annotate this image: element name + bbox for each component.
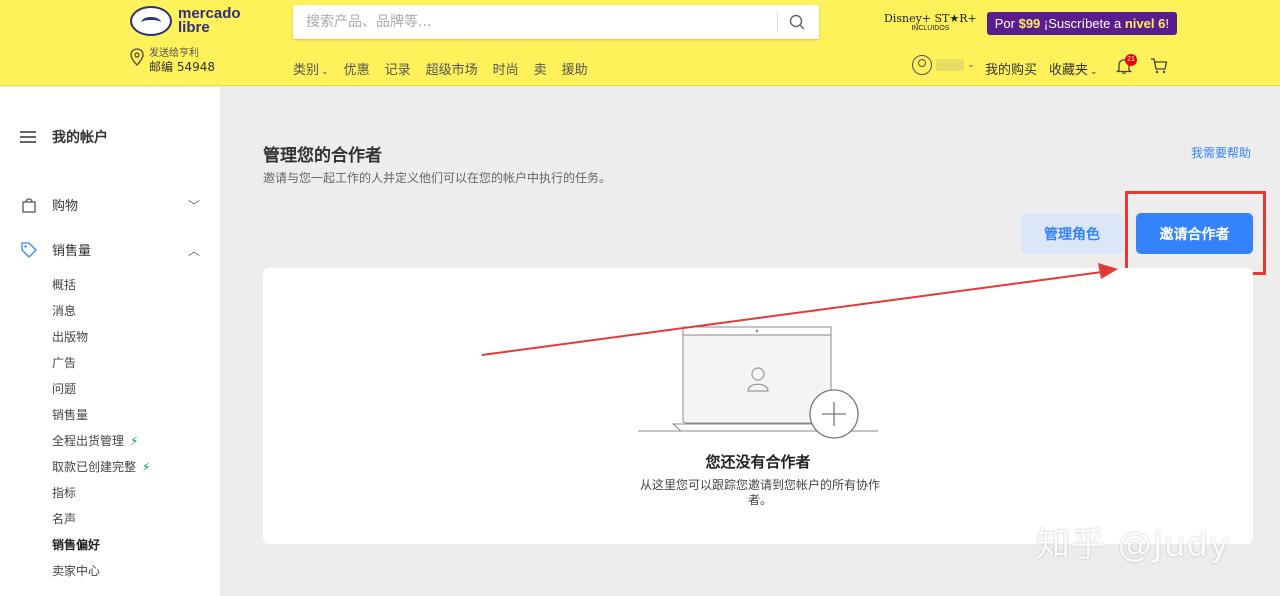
sidebar-item[interactable]: 广告 <box>52 355 150 381</box>
subscription-promo[interactable]: Disney+ ST★R+ INCLUIDOS Por $99 ¡Suscríb… <box>884 12 1177 35</box>
page-title: 管理您的合作者 <box>263 146 382 166</box>
sidebar-item[interactable]: 问题 <box>52 381 150 407</box>
location-pin-icon <box>130 48 144 66</box>
nav-item[interactable]: 时尚 <box>493 59 519 78</box>
nav-item[interactable]: 卖 <box>534 59 547 78</box>
sidebar-item[interactable]: 全程出货管理 ⚡ <box>52 433 150 459</box>
search-icon[interactable] <box>785 12 811 32</box>
nav-item[interactable]: 超级市场 <box>426 59 478 78</box>
promo-badge[interactable]: Por $99 ¡Suscríbete a nivel 6! <box>986 12 1177 35</box>
sidebar-item[interactable]: 取款已创建完整 ⚡ <box>52 459 150 485</box>
hamburger-icon[interactable] <box>20 131 36 143</box>
shopping-bag-icon <box>22 197 36 213</box>
user-menu[interactable]: ⌄ <box>912 55 975 75</box>
sidebar-item[interactable]: 出版物 <box>52 329 150 355</box>
sidebar-item[interactable]: 概括 <box>52 277 150 303</box>
nav-item[interactable]: 优惠 <box>344 59 370 78</box>
sidebar-title: 我的帐户 <box>52 130 108 146</box>
nav-item[interactable]: 类别 ⌄ <box>293 59 329 78</box>
zhihu-watermark: 知乎 @Judy <box>1036 525 1231 565</box>
sidebar-section-label: 销售量 <box>52 244 92 259</box>
search-bar <box>293 5 819 39</box>
blurred-username <box>936 59 964 71</box>
user-avatar-icon <box>912 55 932 75</box>
sidebar-header[interactable]: 我的帐户 <box>20 127 108 147</box>
sidebar-item[interactable]: 卖家中心 <box>52 563 150 589</box>
chevron-up-icon: ︿ <box>187 244 200 258</box>
empty-state-description: 从这里您可以跟踪您邀请到您帐户的所有协作者。 <box>639 478 880 507</box>
sidebar-item[interactable]: 销售偏好 <box>52 537 150 563</box>
chevron-down-icon: ⌄ <box>321 67 329 77</box>
sidebar-item[interactable]: 销售量 <box>52 407 150 433</box>
empty-state-card: 您还没有合作者 从这里您可以跟踪您邀请到您帐户的所有协作者。 <box>263 268 1253 544</box>
mercado-libre-logo[interactable]: mercado libre <box>130 6 241 36</box>
search-input[interactable] <box>293 5 773 39</box>
nav-item[interactable]: 记录 <box>385 59 411 78</box>
chevron-down-icon: ﹀ <box>187 199 200 213</box>
account-sidebar: 我的帐户 购物 ﹀ 销售量 ︿ 概括 消息 出版物 广告 问题 销售量 全程出货管理 ⚡ 取款已… <box>0 87 220 596</box>
chevron-down-icon: ⌄ <box>1090 67 1098 77</box>
sidebar-section-shopping[interactable]: 购物 ﹀ <box>20 195 200 214</box>
top-header: mercado libre 发送给亨利 邮编 54948 类别⌄ 优惠记录超级市场… <box>0 0 1280 86</box>
notifications-badge: 21 <box>1125 54 1137 66</box>
handshake-icon <box>130 6 172 36</box>
sales-submenu: 概括 消息 出版物 广告 问题 销售量 全程出货管理 ⚡ 取款已创建完整 ⚡ 指标 名声 销售偏好 卖家中… <box>52 277 150 589</box>
page-subtitle: 邀请与您一起工作的人并定义他们可以在您的帐户中执行的任务。 <box>263 171 612 185</box>
main-nav: 类别 ⌄ 优惠 记录 超级市场 时尚卖援助 <box>293 59 588 78</box>
lightning-bolt-icon: ⚡ <box>130 434 139 448</box>
sidebar-item[interactable]: 名声 <box>52 511 150 537</box>
empty-state-title: 您还没有合作者 <box>705 453 811 471</box>
search-divider <box>777 12 778 32</box>
help-link[interactable]: 我需要帮助 <box>1191 144 1251 161</box>
logo-line2: libre <box>178 19 210 36</box>
sidebar-item[interactable]: 消息 <box>52 303 150 329</box>
zip-code: 邮编 54948 <box>149 60 215 74</box>
annotation-highlight-box <box>1125 191 1266 275</box>
lightning-bolt-icon: ⚡ <box>142 460 151 474</box>
manage-roles-button[interactable]: 管理角色 <box>1021 213 1123 254</box>
sidebar-section-label: 购物 <box>52 199 79 214</box>
sidebar-section-sales[interactable]: 销售量 ︿ <box>20 240 200 259</box>
favorites-link[interactable]: 收藏夹 ⌄ <box>1049 59 1098 78</box>
cart-icon[interactable] <box>1150 57 1168 75</box>
shipping-location[interactable]: 发送给亨利 邮编 54948 <box>130 48 215 74</box>
disney-star-logo: Disney+ ST★R+ INCLUIDOS <box>884 11 977 32</box>
nav-item[interactable]: 援助 <box>562 59 588 78</box>
laptop-add-user-illustration <box>638 326 878 439</box>
price-tag-icon <box>21 241 37 258</box>
ship-to-label: 发送给亨利 <box>149 48 199 59</box>
chevron-down-icon: ⌄ <box>967 60 975 70</box>
sidebar-item[interactable]: 指标 <box>52 485 150 511</box>
my-purchases-link[interactable]: 我的购买 <box>985 59 1037 78</box>
